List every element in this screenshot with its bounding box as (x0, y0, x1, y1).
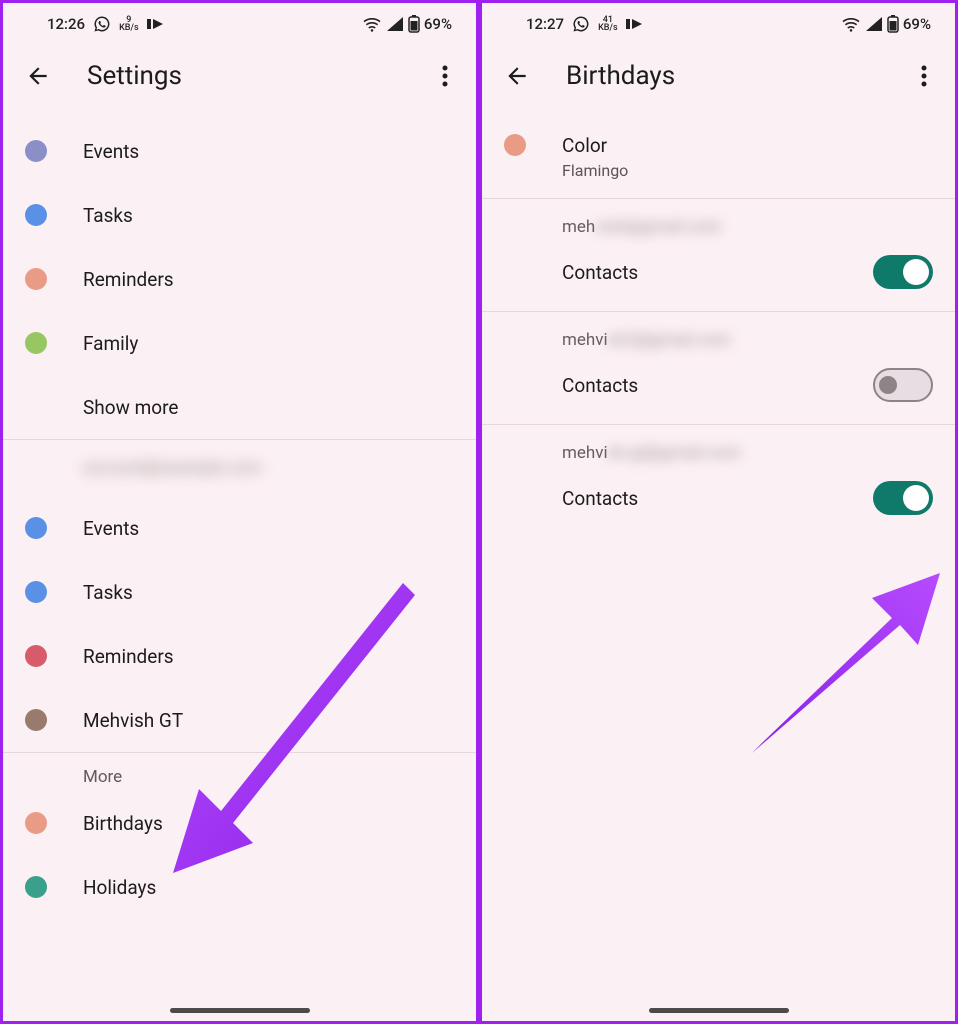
wifi-icon (841, 16, 861, 32)
overflow-menu-button[interactable] (907, 55, 941, 97)
status-battery-pct: 69% (903, 15, 931, 33)
color-dot (25, 581, 47, 603)
more-section-label: More (3, 753, 476, 791)
phone-settings: 12:26 9KB/s 69% Settings (2, 2, 477, 1022)
status-indicator-icon (147, 18, 163, 30)
color-dot (25, 204, 47, 226)
wifi-icon (362, 16, 382, 32)
color-dot (25, 876, 47, 898)
overflow-menu-button[interactable] (428, 55, 462, 97)
color-setting-row[interactable]: Color Flamingo (482, 119, 955, 198)
color-dot (25, 268, 47, 290)
calendar-list: Events Tasks Reminders Family Show more … (3, 119, 476, 919)
item-label: Family (83, 332, 454, 355)
item-label: Mehvish GT (83, 709, 454, 732)
phone-birthdays: 12:27 41KB/s 69% Birthdays Color (481, 2, 956, 1022)
color-dot (25, 709, 47, 731)
contacts-toggle[interactable] (873, 368, 933, 402)
item-label: Reminders (83, 268, 454, 291)
account-email: mehvish@gmail.com (482, 199, 955, 243)
calendar-item-events-2[interactable]: Events (3, 496, 476, 560)
contacts-toggle[interactable] (873, 481, 933, 515)
status-bar: 12:26 9KB/s 69% (3, 3, 476, 37)
app-bar: Birthdays (482, 37, 955, 119)
calendar-item-mehvish-gt[interactable]: Mehvish GT (3, 688, 476, 752)
account-email: mehvish2@gmail.com (482, 312, 955, 356)
status-time: 12:26 (47, 15, 85, 33)
show-more-button[interactable]: Show more (3, 375, 476, 439)
calendar-item-holidays[interactable]: Holidays (3, 855, 476, 919)
color-dot (25, 645, 47, 667)
signal-icon (386, 16, 404, 32)
account-block-3: mehvish.gt@gmail.com Contacts (482, 425, 955, 537)
calendar-item-tasks-2[interactable]: Tasks (3, 560, 476, 624)
color-value: Flamingo (562, 161, 628, 180)
account-email: mehvish.gt@gmail.com (482, 425, 955, 469)
status-time: 12:27 (526, 15, 564, 33)
battery-icon (408, 15, 420, 33)
battery-icon (887, 15, 899, 33)
status-bar: 12:27 41KB/s 69% (482, 3, 955, 37)
color-dot (25, 140, 47, 162)
whatsapp-icon (572, 15, 590, 33)
contacts-toggle[interactable] (873, 255, 933, 289)
home-indicator[interactable] (649, 1008, 789, 1013)
contacts-label: Contacts (562, 261, 638, 284)
account-header: account@example.com (3, 440, 476, 496)
item-label: Tasks (83, 204, 454, 227)
account-block-1: mehvish@gmail.com Contacts (482, 199, 955, 312)
color-dot (25, 517, 47, 539)
calendar-item-family[interactable]: Family (3, 311, 476, 375)
item-label: Show more (83, 396, 454, 419)
contacts-label: Contacts (562, 374, 638, 397)
whatsapp-icon (93, 15, 111, 33)
annotation-arrow-icon (742, 563, 942, 763)
page-title: Birthdays (566, 61, 879, 91)
status-indicator-icon (626, 18, 642, 30)
calendar-item-reminders-2[interactable]: Reminders (3, 624, 476, 688)
item-label: Birthdays (83, 812, 454, 835)
page-title: Settings (87, 61, 400, 91)
account-block-2: mehvish2@gmail.com Contacts (482, 312, 955, 425)
calendar-item-events[interactable]: Events (3, 119, 476, 183)
contacts-label: Contacts (562, 487, 638, 510)
back-button[interactable] (17, 55, 59, 97)
item-label: Holidays (83, 876, 454, 899)
calendar-item-tasks[interactable]: Tasks (3, 183, 476, 247)
signal-icon (865, 16, 883, 32)
status-data-rate: 9KB/s (119, 16, 139, 32)
calendar-item-reminders[interactable]: Reminders (3, 247, 476, 311)
color-dot (25, 332, 47, 354)
calendar-item-birthdays[interactable]: Birthdays (3, 791, 476, 855)
status-data-rate: 41KB/s (598, 16, 618, 32)
item-label: Events (83, 517, 454, 540)
status-battery-pct: 69% (424, 15, 452, 33)
item-label: Events (83, 140, 454, 163)
color-dot (25, 812, 47, 834)
app-bar: Settings (3, 37, 476, 119)
item-label: Tasks (83, 581, 454, 604)
color-swatch (504, 134, 526, 156)
home-indicator[interactable] (170, 1008, 310, 1013)
back-button[interactable] (496, 55, 538, 97)
color-title: Color (562, 134, 628, 157)
item-label: Reminders (83, 645, 454, 668)
